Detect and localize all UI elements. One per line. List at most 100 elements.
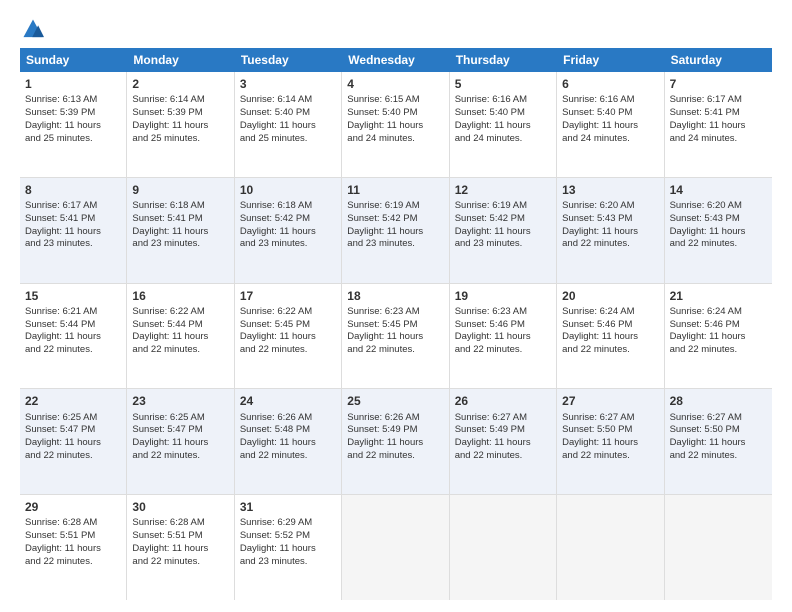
day-number: 7 [670, 76, 767, 92]
cell-text: Sunset: 5:51 PM [132, 530, 228, 543]
cell-text: and 22 minutes. [240, 450, 336, 463]
cell-text: and 22 minutes. [455, 344, 551, 357]
cell-text: Daylight: 11 hours [347, 120, 443, 133]
empty-cell [342, 495, 449, 600]
cell-text: Daylight: 11 hours [562, 437, 658, 450]
cell-text: Sunset: 5:43 PM [562, 213, 658, 226]
cell-text: Sunset: 5:42 PM [240, 213, 336, 226]
cell-text: Sunset: 5:46 PM [670, 319, 767, 332]
cell-text: and 22 minutes. [25, 450, 121, 463]
cell-text: Daylight: 11 hours [670, 331, 767, 344]
cell-text: Daylight: 11 hours [670, 437, 767, 450]
cell-text: Sunset: 5:39 PM [25, 107, 121, 120]
cell-text: Sunrise: 6:18 AM [132, 200, 228, 213]
cell-text: Sunset: 5:50 PM [562, 424, 658, 437]
cell-text: Sunrise: 6:17 AM [25, 200, 121, 213]
day-number: 5 [455, 76, 551, 92]
empty-cell [450, 495, 557, 600]
cell-text: and 22 minutes. [347, 344, 443, 357]
cell-text: Sunset: 5:48 PM [240, 424, 336, 437]
cell-text: Sunset: 5:46 PM [562, 319, 658, 332]
cell-text: and 25 minutes. [132, 133, 228, 146]
cell-text: Sunset: 5:42 PM [347, 213, 443, 226]
cell-text: Daylight: 11 hours [455, 437, 551, 450]
cell-text: Daylight: 11 hours [562, 120, 658, 133]
cell-text: Sunrise: 6:27 AM [562, 412, 658, 425]
cell-text: Sunset: 5:52 PM [240, 530, 336, 543]
day-number: 9 [132, 182, 228, 198]
cell-text: Daylight: 11 hours [347, 437, 443, 450]
cell-text: Sunset: 5:46 PM [455, 319, 551, 332]
cell-text: Daylight: 11 hours [670, 226, 767, 239]
cell-text: and 23 minutes. [25, 238, 121, 251]
day-number: 8 [25, 182, 121, 198]
cell-text: Sunset: 5:41 PM [670, 107, 767, 120]
cell-text: Sunset: 5:41 PM [132, 213, 228, 226]
header-day: Tuesday [235, 48, 342, 72]
day-number: 23 [132, 393, 228, 409]
cell-text: Sunset: 5:51 PM [25, 530, 121, 543]
cell-text: Sunset: 5:49 PM [347, 424, 443, 437]
cell-text: Sunset: 5:50 PM [670, 424, 767, 437]
cell-text: Daylight: 11 hours [132, 331, 228, 344]
cell-text: Sunrise: 6:23 AM [347, 306, 443, 319]
day-number: 15 [25, 288, 121, 304]
cell-text: Sunrise: 6:19 AM [347, 200, 443, 213]
cell-text: Sunset: 5:40 PM [347, 107, 443, 120]
cell-text: Daylight: 11 hours [132, 120, 228, 133]
cell-text: and 22 minutes. [25, 344, 121, 357]
cell-text: and 22 minutes. [670, 344, 767, 357]
calendar-cell: 26Sunrise: 6:27 AMSunset: 5:49 PMDayligh… [450, 389, 557, 494]
calendar-row: 15Sunrise: 6:21 AMSunset: 5:44 PMDayligh… [20, 284, 772, 390]
cell-text: Daylight: 11 hours [25, 226, 121, 239]
empty-cell [665, 495, 772, 600]
cell-text: Sunrise: 6:28 AM [25, 517, 121, 530]
cell-text: Sunrise: 6:28 AM [132, 517, 228, 530]
cell-text: Sunrise: 6:18 AM [240, 200, 336, 213]
cell-text: and 23 minutes. [132, 238, 228, 251]
day-number: 22 [25, 393, 121, 409]
calendar-cell: 24Sunrise: 6:26 AMSunset: 5:48 PMDayligh… [235, 389, 342, 494]
cell-text: and 24 minutes. [455, 133, 551, 146]
day-number: 27 [562, 393, 658, 409]
day-number: 19 [455, 288, 551, 304]
calendar-cell: 17Sunrise: 6:22 AMSunset: 5:45 PMDayligh… [235, 284, 342, 389]
cell-text: Daylight: 11 hours [562, 226, 658, 239]
day-number: 4 [347, 76, 443, 92]
calendar-cell: 23Sunrise: 6:25 AMSunset: 5:47 PMDayligh… [127, 389, 234, 494]
day-number: 16 [132, 288, 228, 304]
day-number: 14 [670, 182, 767, 198]
cell-text: Daylight: 11 hours [240, 543, 336, 556]
cell-text: Daylight: 11 hours [240, 226, 336, 239]
cell-text: Sunset: 5:45 PM [240, 319, 336, 332]
day-number: 13 [562, 182, 658, 198]
cell-text: and 22 minutes. [670, 450, 767, 463]
cell-text: Daylight: 11 hours [455, 120, 551, 133]
day-number: 20 [562, 288, 658, 304]
cell-text: Sunrise: 6:13 AM [25, 94, 121, 107]
cell-text: Sunset: 5:39 PM [132, 107, 228, 120]
day-number: 10 [240, 182, 336, 198]
calendar-row: 8 Sunrise: 6:17 AM Sunset: 5:41 PM Daylight… [20, 178, 772, 284]
day-number: 3 [240, 76, 336, 92]
cell-text: Sunrise: 6:19 AM [455, 200, 551, 213]
cell-text: Sunrise: 6:22 AM [132, 306, 228, 319]
day-number: 30 [132, 499, 228, 515]
calendar-row: 1Sunrise: 6:13 AMSunset: 5:39 PMDaylight… [20, 72, 772, 178]
calendar-header: SundayMondayTuesdayWednesdayThursdayFrid… [20, 48, 772, 72]
day-number: 17 [240, 288, 336, 304]
cell-text: Daylight: 11 hours [240, 120, 336, 133]
cell-text: Sunrise: 6:27 AM [670, 412, 767, 425]
calendar-cell: 2Sunrise: 6:14 AMSunset: 5:39 PMDaylight… [127, 72, 234, 177]
day-number: 26 [455, 393, 551, 409]
cell-text: Daylight: 11 hours [562, 331, 658, 344]
header-day: Wednesday [342, 48, 449, 72]
calendar-cell: 30Sunrise: 6:28 AMSunset: 5:51 PMDayligh… [127, 495, 234, 600]
cell-text: Sunrise: 6:21 AM [25, 306, 121, 319]
cell-text: and 25 minutes. [25, 133, 121, 146]
cell-text: and 22 minutes. [562, 238, 658, 251]
cell-text: Sunset: 5:47 PM [132, 424, 228, 437]
calendar-cell: 11Sunrise: 6:19 AMSunset: 5:42 PMDayligh… [342, 178, 449, 283]
cell-text: Sunrise: 6:26 AM [240, 412, 336, 425]
cell-text: Sunrise: 6:25 AM [132, 412, 228, 425]
